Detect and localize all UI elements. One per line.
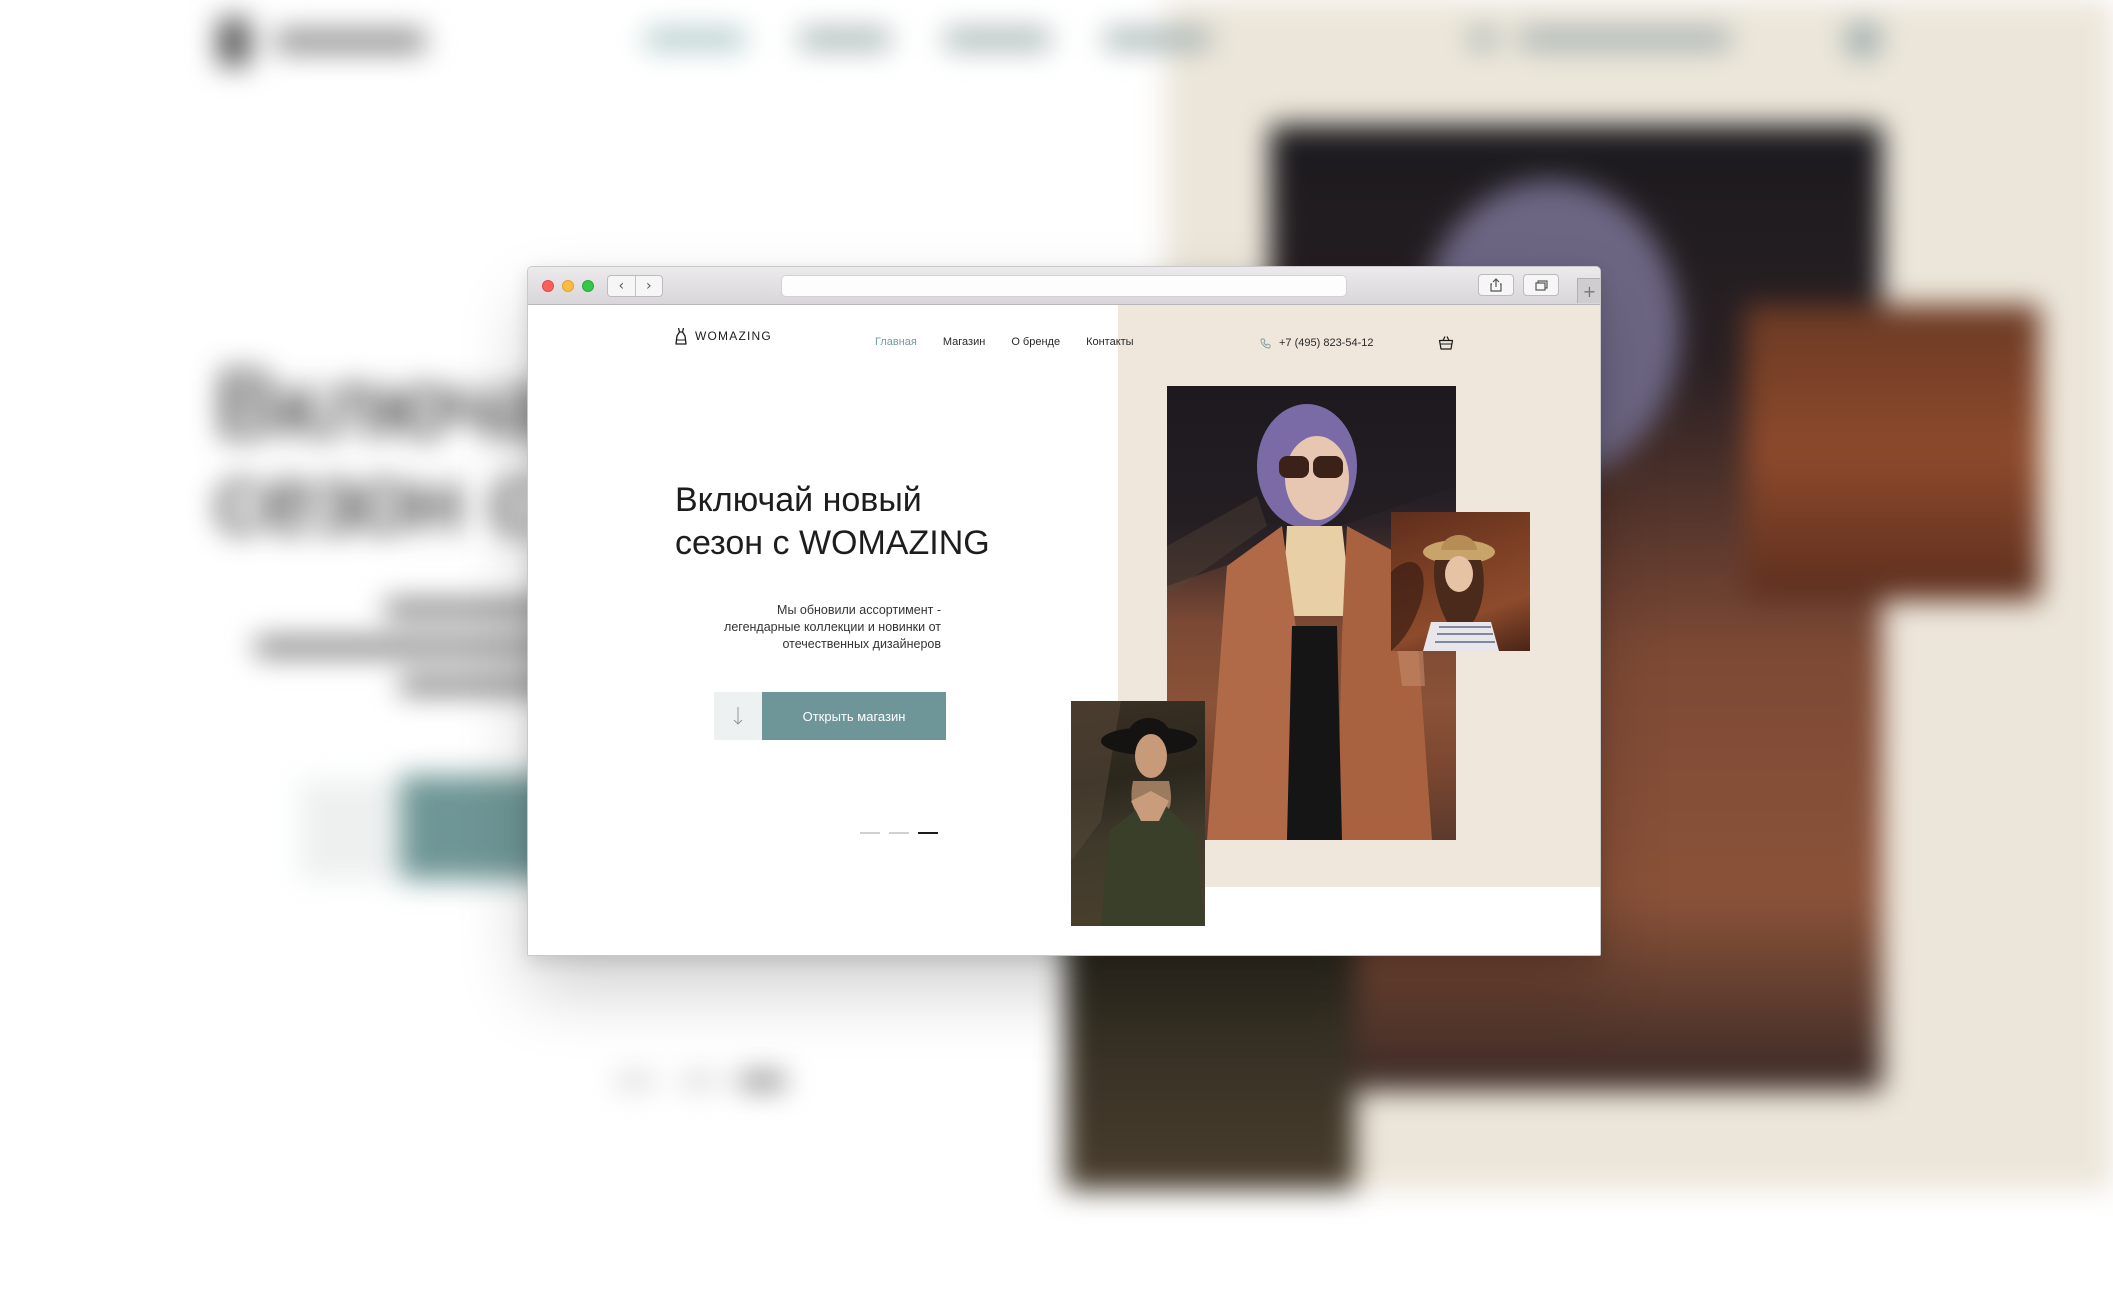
browser-window: ‹ › + WOMAZING Главная Магазин О бренде … xyxy=(527,266,1601,956)
phone-icon xyxy=(1260,338,1271,348)
background-cta-arrow xyxy=(300,780,395,880)
chevron-right-icon[interactable]: › xyxy=(634,276,663,296)
background-cart-icon xyxy=(1845,22,1881,58)
share-button[interactable] xyxy=(1478,274,1514,296)
background-phone-icon xyxy=(1470,30,1496,48)
show-tabs-button[interactable] xyxy=(1523,274,1559,296)
slider-dot-active[interactable] xyxy=(918,832,938,834)
address-bar[interactable] xyxy=(781,275,1347,297)
zoom-window-button[interactable] xyxy=(582,280,594,292)
website-page: WOMAZING Главная Магазин О бренде Контак… xyxy=(528,305,1600,955)
hat-photo-illustration xyxy=(1391,535,1499,651)
hero-subtitle-line2: легендарные коллекции и новинки от xyxy=(724,620,941,634)
nav-item-about[interactable]: О бренде xyxy=(1011,336,1060,348)
background-slider-dot xyxy=(615,1075,655,1087)
hero-headline: Включай новый сезон с WOMAZING xyxy=(675,479,1095,565)
hero-headline-line1: Включай новый xyxy=(675,481,922,519)
main-nav: Главная Магазин О бренде Контакты xyxy=(875,336,1160,348)
chevron-left-icon[interactable]: ‹ xyxy=(608,276,635,296)
scroll-down-button[interactable] xyxy=(714,692,762,740)
hero-hat-photo xyxy=(1391,512,1530,651)
tabs-icon xyxy=(1534,279,1548,291)
close-window-button[interactable] xyxy=(542,280,554,292)
hero-dark-photo xyxy=(1071,701,1205,926)
hero-cta: Открыть магазин xyxy=(714,692,946,740)
slider-dot[interactable] xyxy=(889,832,909,834)
background-nav-item xyxy=(1105,30,1210,48)
background-nav-item xyxy=(645,30,745,48)
nav-item-shop[interactable]: Магазин xyxy=(943,336,985,348)
mockup-stage: Включай новый сезон с WOMAZING ‹ › xyxy=(0,0,2113,1297)
plus-icon: + xyxy=(1582,281,1597,301)
dark-photo-illustration xyxy=(1071,701,1205,926)
hero-subtitle-line3: отечественных дизайнеров xyxy=(782,637,941,651)
background-nav-item xyxy=(800,30,890,48)
slider-dot[interactable] xyxy=(860,832,880,834)
background-phone-text xyxy=(1520,30,1730,48)
site-logo[interactable]: WOMAZING xyxy=(675,327,772,345)
cart-icon[interactable] xyxy=(1438,335,1454,351)
background-hat-photo xyxy=(1745,305,2040,600)
new-tab-button[interactable]: + xyxy=(1577,278,1600,303)
browser-toolbar: ‹ › + xyxy=(528,267,1600,305)
arrow-down-icon xyxy=(733,707,743,725)
phone-contact[interactable]: +7 (495) 823-54-12 xyxy=(1260,337,1373,349)
share-icon xyxy=(1490,278,1502,292)
minimize-window-button[interactable] xyxy=(562,280,574,292)
logo-text: WOMAZING xyxy=(695,329,772,343)
hero-headline-line2: сезон с WOMAZING xyxy=(675,524,990,562)
background-logo-text xyxy=(275,30,425,52)
hero-subtitle-line1: Мы обновили ассортимент - xyxy=(777,603,941,617)
background-slider-dot xyxy=(740,1075,785,1087)
hero-subtitle: Мы обновили ассортимент - легендарные ко… xyxy=(675,602,941,653)
phone-number: +7 (495) 823-54-12 xyxy=(1279,337,1374,349)
nav-item-contacts[interactable]: Контакты xyxy=(1086,336,1134,348)
slider-pagination xyxy=(860,832,938,834)
open-shop-button[interactable]: Открыть магазин xyxy=(762,692,946,740)
dress-icon xyxy=(675,327,687,345)
background-nav-item xyxy=(945,30,1050,48)
browser-history-buttons: ‹ › xyxy=(607,275,663,297)
nav-item-home[interactable]: Главная xyxy=(875,336,917,348)
background-slider-dot xyxy=(680,1075,720,1087)
background-logo-icon xyxy=(218,18,250,66)
